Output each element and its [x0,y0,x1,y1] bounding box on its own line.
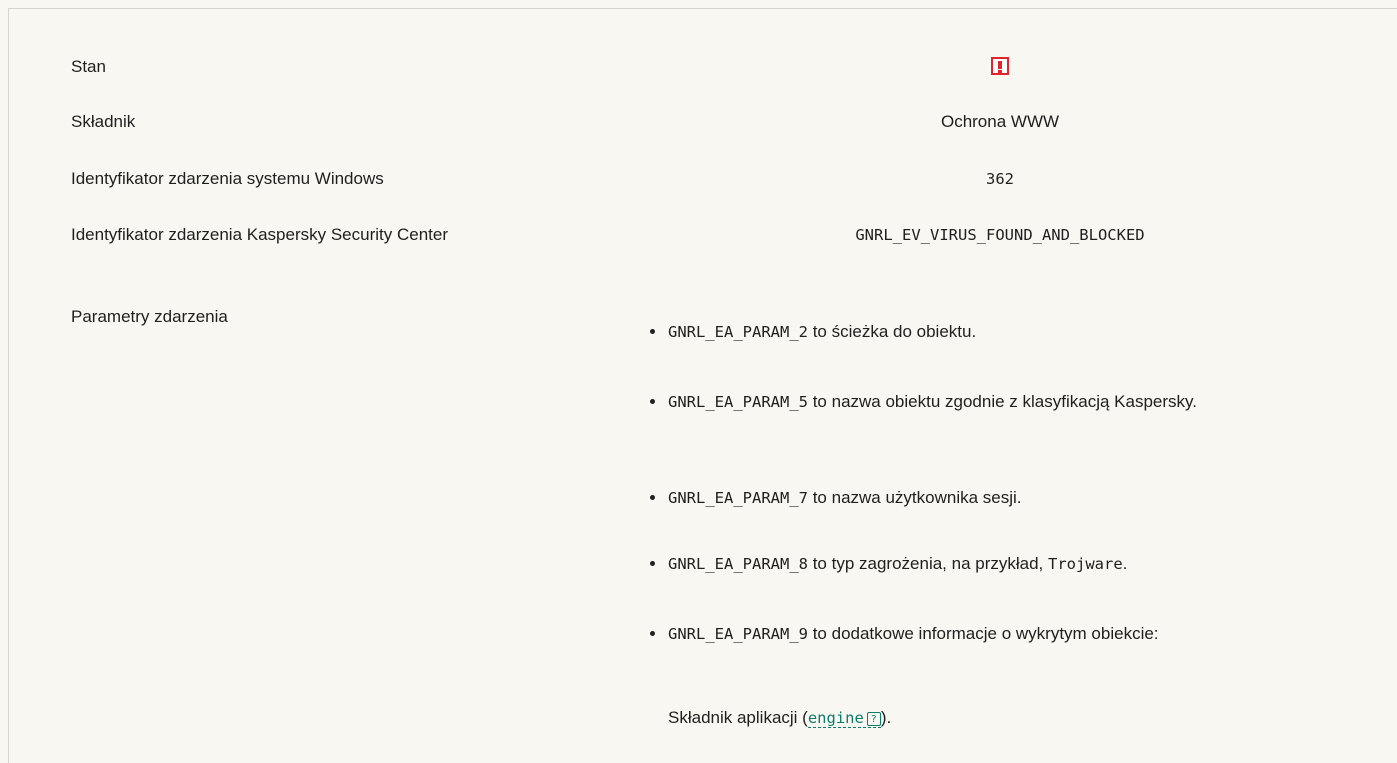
warning-exclamation-icon [991,57,1009,75]
param-desc: to nazwa obiektu zgodnie z klasyfikacją … [807,392,1197,411]
engine-link[interactable]: engine? [807,709,881,728]
bullet-dot [650,631,655,636]
param-suffix: . [1122,554,1128,573]
param-desc: to ścieżka do obiektu. [807,322,977,341]
event-params-label: Parametry zdarzenia [71,307,228,326]
component-note: Składnik aplikacji (engine?). [668,705,891,731]
param-code: GNRL_EA_PARAM_2 [668,323,808,341]
param-desc: to dodatkowe informacje o wykrytym obiek… [807,624,1159,643]
param-code: GNRL_EA_PARAM_8 [668,555,808,573]
param-desc: to typ zagrożenia, na przykład, [807,554,1049,573]
engine-link-text[interactable]: engine [808,709,864,727]
param-code: GNRL_EA_PARAM_7 [668,489,808,507]
windows-event-id-value: 362 [986,170,1014,188]
status-value [600,54,1397,80]
bullet-dot [650,495,655,500]
bullet-dot [650,399,655,404]
ksc-event-id-value: GNRL_EV_VIRUS_FOUND_AND_BLOCKED [855,226,1145,244]
windows-event-id-label: Identyfikator zdarzenia systemu Windows [71,169,384,188]
component-label: Składnik [71,112,136,131]
component-value: Ochrona WWW [940,112,1060,131]
param-desc: to nazwa użytkownika sesji. [807,488,1022,507]
bullet-dot [650,561,655,566]
bullet-dot [650,329,655,334]
note-suffix: ). [880,708,892,727]
help-question-icon[interactable]: ? [866,712,881,726]
param-code: GNRL_EA_PARAM_5 [668,393,808,411]
threat-type-example: Trojware [1048,555,1123,573]
param-code: GNRL_EA_PARAM_9 [668,625,808,643]
ksc-event-id-label: Identyfikator zdarzenia Kaspersky Securi… [71,225,449,244]
note-prefix: Składnik aplikacji ( [668,708,808,727]
status-label: Stan [71,57,106,76]
